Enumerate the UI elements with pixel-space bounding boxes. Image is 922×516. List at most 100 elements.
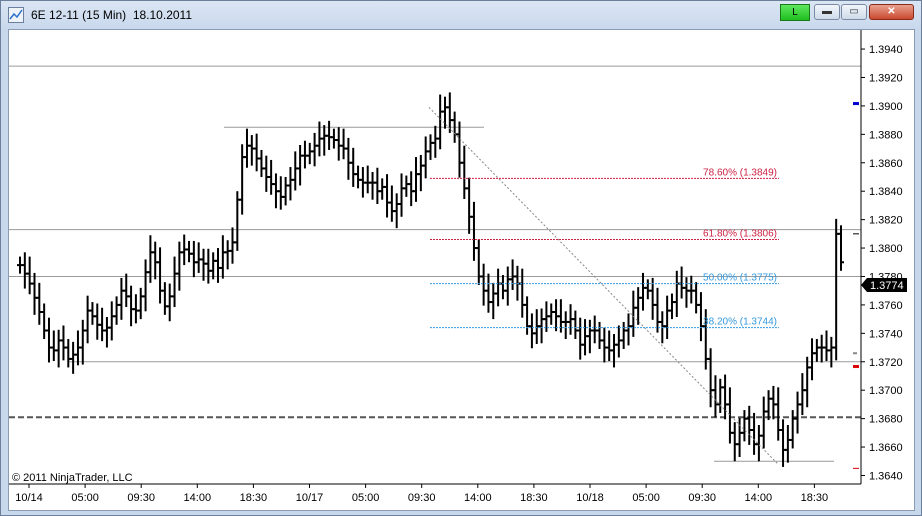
ohlc-bar <box>693 282 700 314</box>
x-tick-label: 10/14 <box>15 492 43 504</box>
x-tick-label: 18:30 <box>520 492 548 504</box>
ohlc-bar <box>422 136 429 179</box>
ohlc-bar <box>99 307 106 342</box>
ohlc-bar <box>538 308 545 344</box>
x-tick-label: 09:30 <box>127 492 155 504</box>
ohlc-bar <box>437 94 444 150</box>
fib-trend-line <box>428 106 779 465</box>
ohlc-bar <box>282 176 289 206</box>
ohlc-bar <box>639 272 646 311</box>
ohlc-bar <box>84 295 91 344</box>
ohlc-bar <box>509 259 516 290</box>
ohlc-bar <box>340 128 347 160</box>
ohlc-bar <box>330 128 337 149</box>
ask-marker <box>853 102 859 106</box>
ohlc-bar <box>722 374 729 420</box>
ohlc-bar <box>243 128 250 168</box>
price-chart[interactable]: 78.60% (1.3849) 61.80% (1.3806) 50.00% (1.… <box>9 30 914 510</box>
ohlc-bar <box>644 279 651 300</box>
ohlc-bar <box>794 391 801 434</box>
copyright-text: © 2011 NinjaTrader, LLC <box>12 472 133 484</box>
ohlc-bar <box>224 240 231 270</box>
ohlc-bar <box>277 176 284 210</box>
ohlc-bar <box>499 275 506 300</box>
window-title: 6E 12-11 (15 Min) 18.10.2011 <box>31 8 192 22</box>
ohlc-bar <box>137 287 144 320</box>
ohlc-bar <box>26 256 33 295</box>
ohlc-bar <box>775 387 782 441</box>
y-tick-label: 1.3900 <box>869 101 903 113</box>
ohlc-bar <box>504 266 511 306</box>
ohlc-bar <box>673 270 680 317</box>
ohlc-bar <box>731 422 738 462</box>
ohlc-bar <box>210 252 217 280</box>
ohlc-bar <box>355 165 362 189</box>
ohlc-bar <box>789 410 796 449</box>
ohlc-bar <box>596 321 603 349</box>
ohlc-bar <box>461 145 468 200</box>
chart-window: 6E 12-11 (15 Min) 18.10.2011 L ▬ ▭ ✕ 78.… <box>0 0 922 516</box>
fib-level-label: 61.80% (1.3806) <box>703 229 777 240</box>
y-tick-label: 1.3920 <box>869 72 903 84</box>
ohlc-bar <box>664 295 671 340</box>
ohlc-bar <box>195 242 202 273</box>
ohlc-bar <box>215 248 222 283</box>
ohlc-bar <box>388 185 395 222</box>
ohlc-bar <box>615 325 622 358</box>
ohlc-bar <box>219 235 226 279</box>
chart-app-icon <box>8 7 24 23</box>
close-button[interactable]: ✕ <box>869 4 914 20</box>
ohlc-bar <box>132 294 139 324</box>
y-tick-label: 1.3640 <box>869 470 903 482</box>
ohlc-bar <box>432 125 439 158</box>
ohlc-bar <box>678 266 685 299</box>
ohlc-bar <box>751 412 758 455</box>
ohlc-bar <box>741 410 748 442</box>
ohlc-bar <box>161 282 168 315</box>
ohlc-bar <box>60 325 67 361</box>
ohlc-bar <box>263 155 270 192</box>
ohlc-bar <box>746 405 753 445</box>
bid-marker <box>853 365 859 369</box>
ohlc-bar <box>398 173 405 217</box>
ohlc-bar <box>369 172 376 200</box>
ohlc-bar <box>765 390 772 421</box>
ohlc-bar <box>123 273 130 308</box>
ohlc-bar <box>495 268 502 307</box>
x-tick-label: 14:00 <box>745 492 773 504</box>
ohlc-bar <box>55 329 62 368</box>
ohlc-bar <box>611 334 618 368</box>
maximize-button[interactable]: ▭ <box>841 4 867 20</box>
ohlc-bar <box>200 248 207 281</box>
ohlc-bar <box>736 417 743 457</box>
fib-level-label: 78.60% (1.3849) <box>703 167 777 178</box>
ohlc-bar <box>89 302 96 325</box>
ohlc-bar <box>229 227 236 264</box>
ohlc-bar <box>833 218 840 361</box>
y-tick-label: 1.3860 <box>869 158 903 170</box>
ohlc-bar <box>524 296 531 335</box>
ohlc-bar <box>166 283 173 322</box>
x-tick-label: 09:30 <box>688 492 716 504</box>
minimize-button[interactable]: ▬ <box>814 4 840 20</box>
title-bar[interactable]: 6E 12-11 (15 Min) 18.10.2011 L ▬ ▭ ✕ <box>1 1 921 29</box>
y-tick-label: 1.3820 <box>869 215 903 227</box>
ohlc-bar <box>152 241 159 280</box>
instrument-link-button[interactable]: L <box>780 4 810 21</box>
ohlc-bar <box>456 121 463 178</box>
chart-panel[interactable]: 78.60% (1.3849) 61.80% (1.3806) 50.00% (1.… <box>8 29 915 511</box>
ohlc-bar <box>784 425 791 463</box>
ohlc-bar <box>374 167 381 204</box>
ohlc-bar <box>470 201 477 261</box>
ohlc-bar <box>36 282 43 325</box>
ohlc-bar <box>94 303 101 340</box>
x-tick-label: 05:00 <box>632 492 660 504</box>
ohlc-bar <box>364 165 371 194</box>
ohlc-bar <box>770 385 777 420</box>
ohlc-bar <box>813 339 820 362</box>
ohlc-bar <box>799 373 806 416</box>
ohlc-bar <box>475 239 482 286</box>
ohlc-bar <box>379 178 386 200</box>
y-tick-label: 1.3680 <box>869 414 903 426</box>
ohlc-bar <box>142 259 149 312</box>
